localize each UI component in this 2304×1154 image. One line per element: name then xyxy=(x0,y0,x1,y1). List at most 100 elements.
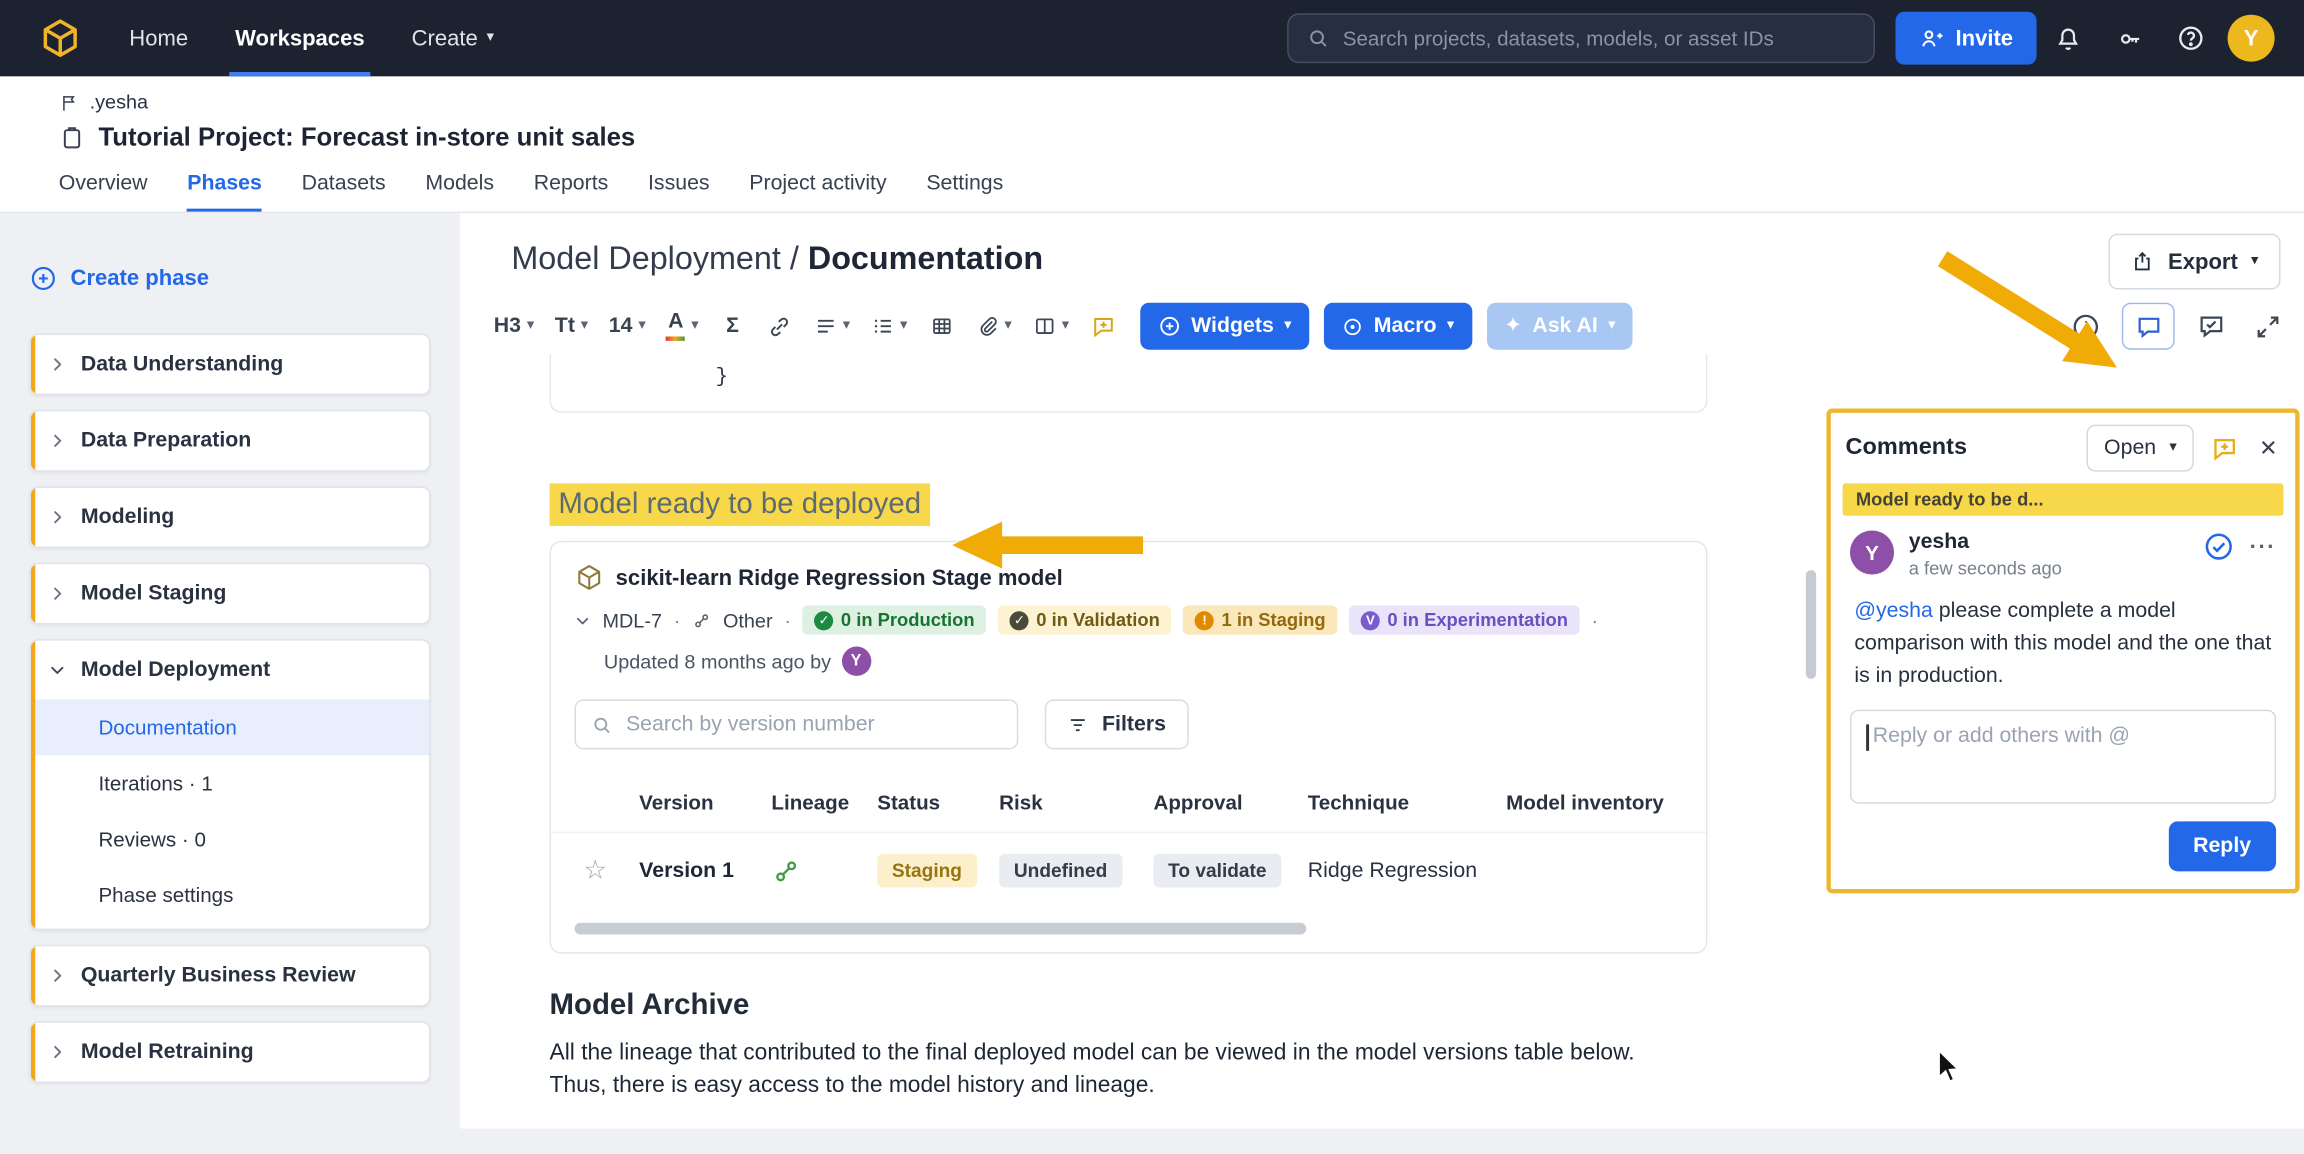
model-name[interactable]: scikit-learn Ridge Regression Stage mode… xyxy=(616,565,1063,590)
formula-button[interactable]: Σ xyxy=(710,303,754,350)
tab-issues[interactable]: Issues xyxy=(648,172,710,212)
col-model-inventory[interactable]: Model inventory xyxy=(1506,791,1706,815)
tab-phases[interactable]: Phases xyxy=(187,172,262,212)
col-version[interactable]: Version xyxy=(639,791,771,815)
phase-model-staging[interactable]: Model Staging xyxy=(29,563,430,625)
add-comment-icon[interactable] xyxy=(2211,433,2240,462)
notifications-button[interactable] xyxy=(2037,0,2099,76)
attachment-select[interactable]: ▾ xyxy=(966,303,1020,350)
col-lineage[interactable]: Lineage xyxy=(771,791,877,815)
star-icon[interactable]: ☆ xyxy=(575,855,640,886)
horizontal-scrollbar[interactable] xyxy=(575,923,1683,935)
tab-project-activity[interactable]: Project activity xyxy=(749,172,886,212)
comments-toggle-button[interactable] xyxy=(2122,303,2175,350)
macro-button[interactable]: Macro ▾ xyxy=(1324,303,1472,350)
updater-avatar[interactable]: Y xyxy=(841,647,870,676)
phase-modeling[interactable]: Modeling xyxy=(29,486,430,548)
phase-subitem-phase-settings[interactable]: Phase settings xyxy=(31,867,429,923)
status-badge: Staging xyxy=(877,854,976,888)
list-select[interactable]: ▾ xyxy=(862,303,916,350)
comments-filter-select[interactable]: Open▾ xyxy=(2086,425,2194,472)
text-color-button[interactable]: A▾ xyxy=(658,303,708,350)
add-comment-button[interactable] xyxy=(1081,303,1125,350)
phase-label: Quarterly Business Review xyxy=(81,964,356,988)
bullet-list-icon xyxy=(871,314,895,338)
table-row[interactable]: ☆ Version 1 Staging Undefined To validat… xyxy=(551,832,1706,908)
phase-subitem-iterations[interactable]: Iterations · 1 xyxy=(31,755,429,811)
align-select[interactable]: ▾ xyxy=(804,303,858,350)
comment-plus-icon xyxy=(1090,313,1116,339)
insert-table-button[interactable] xyxy=(919,303,963,350)
tab-models[interactable]: Models xyxy=(425,172,494,212)
invite-button[interactable]: Invite xyxy=(1895,12,2036,65)
phase-model-retraining[interactable]: Model Retraining xyxy=(29,1021,430,1083)
info-button[interactable] xyxy=(2066,304,2104,348)
horizontal-scrollbar-thumb[interactable] xyxy=(575,923,1307,935)
global-search-input[interactable]: Search projects, datasets, models, or as… xyxy=(1287,13,1875,63)
phase-model-deployment-header[interactable]: Model Deployment xyxy=(31,641,429,700)
tab-reports[interactable]: Reports xyxy=(534,172,609,212)
cell-version[interactable]: Version 1 xyxy=(639,859,771,883)
col-status[interactable]: Status xyxy=(877,791,999,815)
badge-validation: ✓0 in Validation xyxy=(998,605,1171,634)
search-icon xyxy=(1306,26,1330,50)
resolve-check-icon[interactable] xyxy=(2203,530,2235,562)
nav-create[interactable]: Create▾ xyxy=(388,0,517,76)
tab-settings[interactable]: Settings xyxy=(926,172,1003,212)
ask-ai-button[interactable]: ✦ Ask AI ▾ xyxy=(1487,303,1634,350)
phase-subitem-documentation[interactable]: Documentation xyxy=(31,699,429,755)
chevron-down-icon xyxy=(48,661,66,679)
fullscreen-button[interactable] xyxy=(2248,304,2286,348)
font-size-select[interactable]: 14▾ xyxy=(600,303,655,350)
create-phase-label: Create phase xyxy=(71,265,209,290)
tab-datasets[interactable]: Datasets xyxy=(302,172,386,212)
col-technique[interactable]: Technique xyxy=(1308,791,1506,815)
comment-author-avatar[interactable]: Y xyxy=(1850,530,1894,574)
text-style-select[interactable]: Tt▾ xyxy=(546,303,597,350)
widgets-button[interactable]: Widgets ▾ xyxy=(1140,303,1309,350)
model-hexagon-icon xyxy=(575,563,604,592)
help-button[interactable] xyxy=(2160,0,2222,76)
comment-quote-highlight[interactable]: Model ready to be d... xyxy=(1843,483,2284,515)
highlighted-heading[interactable]: Model ready to be deployed xyxy=(550,483,930,526)
version-search-placeholder: Search by version number xyxy=(626,713,875,737)
phase-label: Modeling xyxy=(81,505,175,529)
nav-home[interactable]: Home xyxy=(106,0,212,76)
version-search-input[interactable]: Search by version number xyxy=(575,699,1019,749)
nav-home-label: Home xyxy=(129,26,188,51)
lineage-icon[interactable] xyxy=(771,856,877,885)
phase-data-preparation[interactable]: Data Preparation xyxy=(29,410,430,472)
filters-button[interactable]: Filters xyxy=(1045,699,1188,749)
color-swatch xyxy=(666,336,685,340)
resolved-comments-button[interactable] xyxy=(2192,304,2230,348)
api-keys-button[interactable] xyxy=(2098,0,2160,76)
vertical-scrollbar-thumb[interactable] xyxy=(1806,570,1816,679)
key-icon xyxy=(2115,24,2143,52)
phase-quarterly-business-review[interactable]: Quarterly Business Review xyxy=(29,945,430,1007)
col-approval[interactable]: Approval xyxy=(1153,791,1307,815)
phase-subitem-reviews[interactable]: Reviews · 0 xyxy=(31,811,429,867)
link-button[interactable] xyxy=(757,303,801,350)
comment-menu-icon[interactable]: ··· xyxy=(2250,534,2276,559)
heading-style-select[interactable]: H3▾ xyxy=(485,303,543,350)
export-button[interactable]: Export ▾ xyxy=(2109,234,2280,290)
app-logo-icon[interactable] xyxy=(38,16,82,60)
close-icon[interactable]: ✕ xyxy=(2256,435,2280,461)
nav-workspaces[interactable]: Workspaces xyxy=(212,0,388,76)
caret-down-icon: ▾ xyxy=(487,31,494,46)
phase-model-deployment: Model Deployment Documentation Iteration… xyxy=(29,639,430,930)
code-block-partial[interactable]: } xyxy=(550,354,1708,413)
chevron-down-icon[interactable] xyxy=(575,612,591,628)
person-plus-icon xyxy=(1919,26,1944,51)
reply-button[interactable]: Reply xyxy=(2168,822,2276,872)
reply-placeholder: Reply or add others with @ xyxy=(1873,725,2130,749)
tab-overview[interactable]: Overview xyxy=(59,172,148,212)
col-risk[interactable]: Risk xyxy=(999,791,1153,815)
create-phase-button[interactable]: Create phase xyxy=(29,248,430,307)
mention-link[interactable]: @yesha xyxy=(1854,600,1932,624)
user-avatar[interactable]: Y xyxy=(2228,15,2275,62)
phase-data-understanding[interactable]: Data Understanding xyxy=(29,334,430,396)
breadcrumb[interactable]: .yesha xyxy=(59,91,2304,113)
layout-select[interactable]: ▾ xyxy=(1024,303,1078,350)
reply-input[interactable]: Reply or add others with @ xyxy=(1850,710,2276,804)
